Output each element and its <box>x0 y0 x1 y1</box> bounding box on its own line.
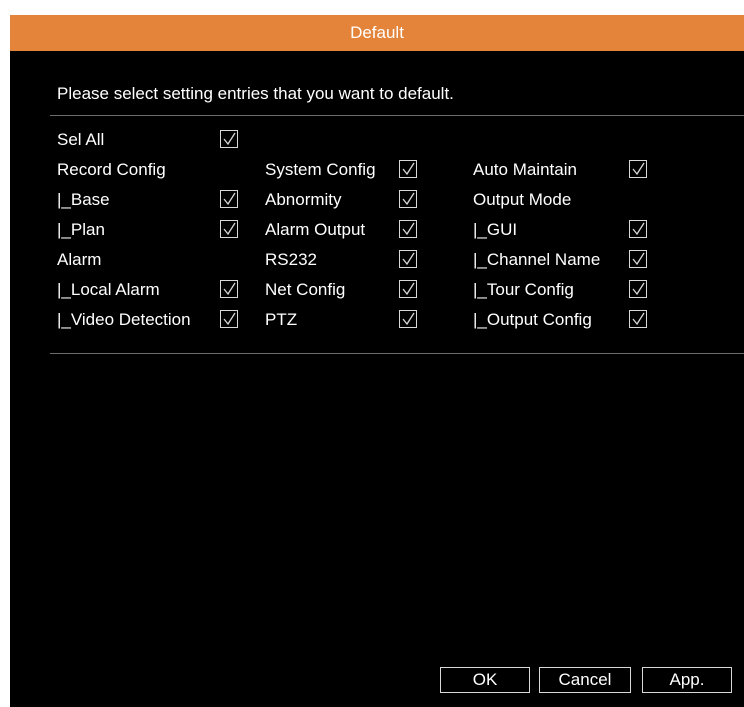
col1-item-label: Record Config <box>57 160 166 179</box>
bottom-divider <box>50 353 744 354</box>
check-icon <box>223 312 236 326</box>
col1-item-label: |_Base <box>57 190 110 209</box>
col1-item-label: |_Plan <box>57 220 105 239</box>
col2-item-checkbox[interactable] <box>399 220 417 238</box>
col3-item-checkbox[interactable] <box>629 220 647 238</box>
check-icon <box>402 162 415 176</box>
col2-item-checkbox[interactable] <box>399 280 417 298</box>
check-icon <box>632 282 645 296</box>
check-icon <box>402 282 415 296</box>
col3-item-label: |_GUI <box>473 220 518 239</box>
check-icon <box>632 312 645 326</box>
col2-item-checkbox[interactable] <box>399 310 417 328</box>
col1-item-checkbox[interactable] <box>220 190 238 208</box>
check-icon <box>402 222 415 236</box>
check-icon <box>223 222 236 236</box>
col2-item-label: Alarm Output <box>265 220 366 239</box>
col3-item-label: Auto Maintain <box>473 160 577 179</box>
col1-item-checkbox[interactable] <box>220 310 238 328</box>
sel-all-label: Sel All <box>57 130 105 149</box>
check-icon <box>223 282 236 296</box>
col3-item-label: |_Tour Config <box>473 280 574 299</box>
col1-item-checkbox[interactable] <box>220 280 238 298</box>
col2-item-label: Abnormity <box>265 190 342 209</box>
col2-item-label: RS232 <box>265 250 317 269</box>
col2-item-label: PTZ <box>265 310 298 329</box>
col3-item-checkbox[interactable] <box>629 250 647 268</box>
col2-item-label: System Config <box>265 160 376 179</box>
check-icon <box>402 252 415 266</box>
col3-item-label: Output Mode <box>473 190 572 209</box>
col1-item-label: Alarm <box>57 250 102 269</box>
default-dialog: Default Please select setting entries th… <box>10 15 744 707</box>
col2-item-checkbox[interactable] <box>399 190 417 208</box>
col3-item-label: |_Output Config <box>473 310 592 329</box>
col3-item-checkbox[interactable] <box>629 310 647 328</box>
check-icon <box>223 132 236 146</box>
dialog-title: Default <box>10 15 744 51</box>
col2-item-checkbox[interactable] <box>399 160 417 178</box>
ok-button[interactable]: OK <box>440 667 530 693</box>
apply-button[interactable]: App. <box>642 667 732 693</box>
cancel-button[interactable]: Cancel <box>539 667 631 693</box>
col1-item-label: |_Video Detection <box>57 310 191 329</box>
col2-item-label: Net Config <box>265 280 346 299</box>
check-icon <box>402 312 415 326</box>
col3-item-label: |_Channel Name <box>473 250 601 269</box>
col1-item-label: |_Local Alarm <box>57 280 160 299</box>
col2-item-checkbox[interactable] <box>399 250 417 268</box>
check-icon <box>223 192 236 206</box>
sel-all-checkbox[interactable] <box>220 130 238 148</box>
check-icon <box>402 192 415 206</box>
check-icon <box>632 222 645 236</box>
check-icon <box>632 162 645 176</box>
col3-item-checkbox[interactable] <box>629 160 647 178</box>
col1-item-checkbox[interactable] <box>220 220 238 238</box>
top-divider <box>50 115 744 116</box>
dialog-prompt: Please select setting entries that you w… <box>57 84 454 103</box>
col3-item-checkbox[interactable] <box>629 280 647 298</box>
check-icon <box>632 252 645 266</box>
